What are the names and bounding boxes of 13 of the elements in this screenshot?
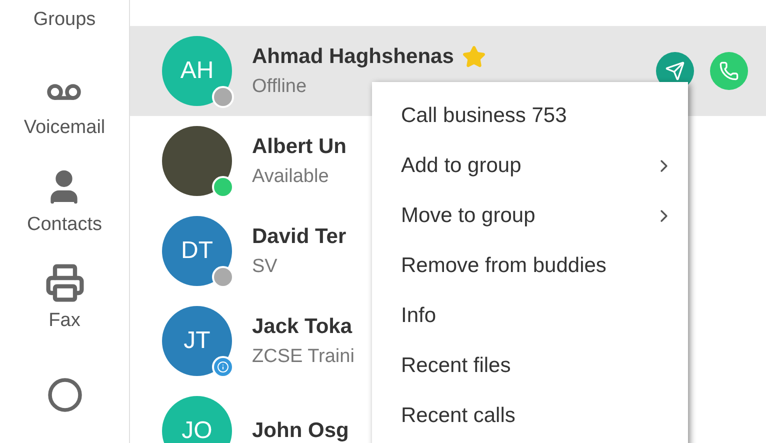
avatar-initials: JT xyxy=(162,306,232,376)
contact-status: Available xyxy=(252,164,330,188)
contact-status: Offline xyxy=(252,74,308,98)
avatar-initials: JO xyxy=(162,396,232,443)
contact-name: John Osg xyxy=(252,418,349,443)
avatar-initials: AH xyxy=(162,36,232,106)
contact-name: Ahmad Haghshenas xyxy=(252,44,454,70)
contact-name: Jack Toka xyxy=(252,314,352,340)
contact-status: ZCSE Traini xyxy=(252,344,354,368)
contact-status: SV xyxy=(252,254,278,278)
contact-name: Albert Un xyxy=(252,134,346,160)
contact-name: David Ter xyxy=(252,224,346,250)
avatar-initials: DT xyxy=(162,216,232,286)
